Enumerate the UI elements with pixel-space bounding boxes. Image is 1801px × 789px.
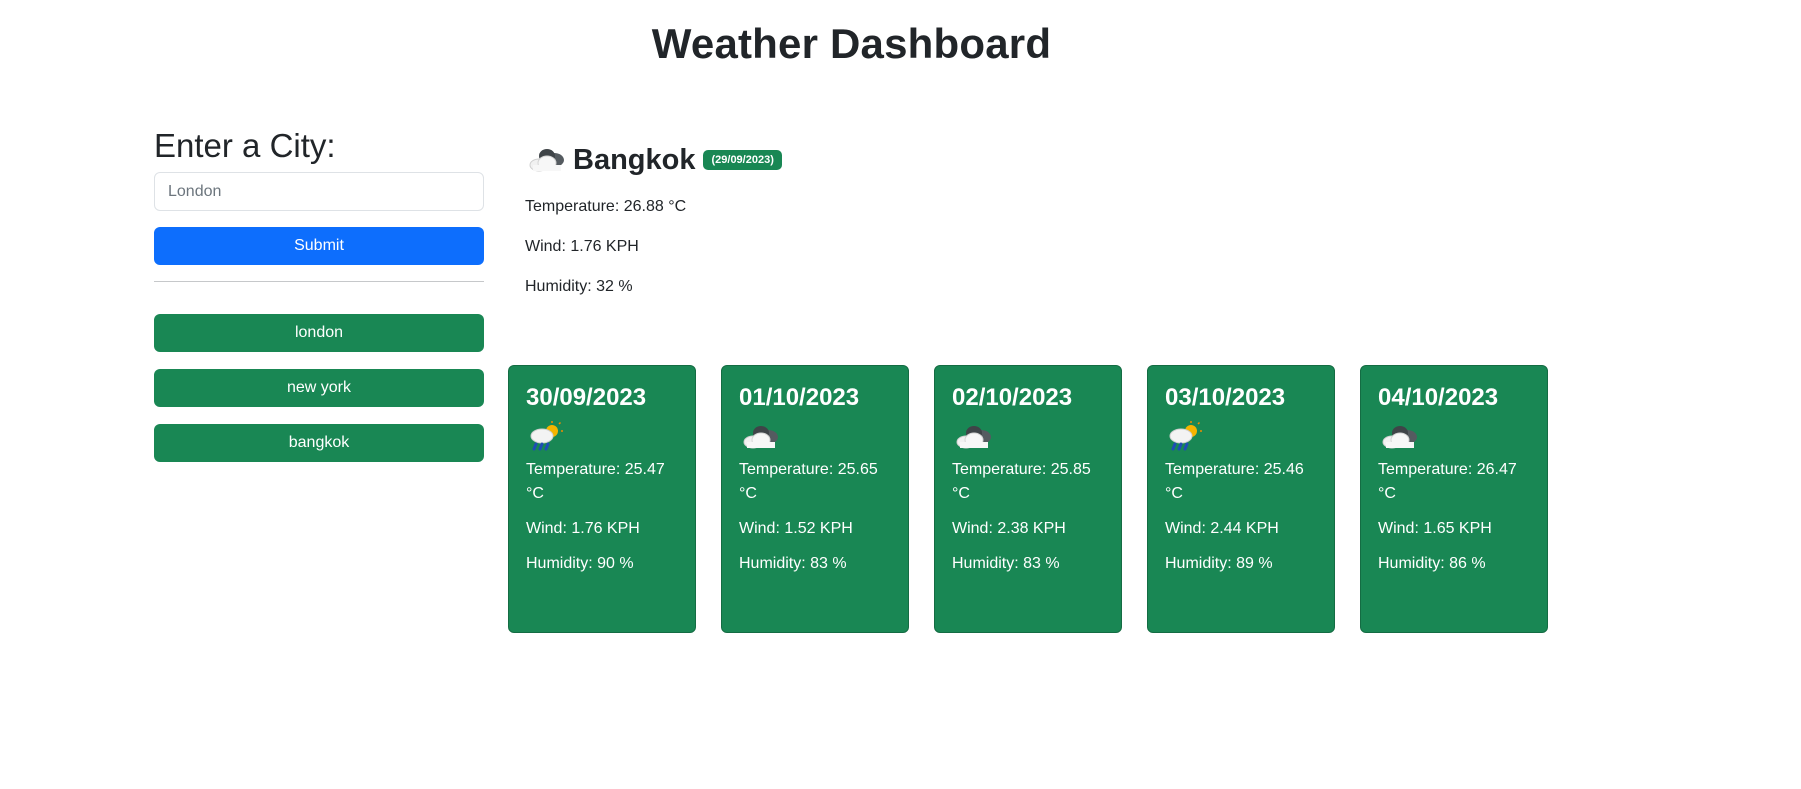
cloudy-icon: [952, 418, 1104, 456]
city-heading: Enter a City:: [154, 127, 336, 164]
forecast-date: 01/10/2023: [739, 384, 860, 411]
current-humidity: Humidity: 32 %: [525, 278, 633, 295]
forecast-temperature: Temperature: 25.85 °C: [952, 461, 1091, 502]
forecast-date: 04/10/2023: [1378, 384, 1499, 411]
forecast-humidity: Humidity: 83 %: [952, 555, 1060, 572]
current-wind: Wind: 1.76 KPH: [525, 238, 639, 255]
forecast-date: 02/10/2023: [952, 384, 1073, 411]
forecast-card: 30/09/2023 Temperature: 25.47 °C Wind: 1…: [508, 365, 696, 633]
forecast-card: 03/10/2023 Temperature: 25.46 °C Wind: 2…: [1147, 365, 1335, 633]
cloudy-icon: [1378, 418, 1530, 456]
cloudy-icon: [525, 145, 569, 175]
city-input[interactable]: [154, 172, 484, 211]
history-button-new-york[interactable]: new york: [154, 369, 484, 407]
search-sidebar: Enter a City: Submit london new york ban…: [154, 126, 484, 479]
forecast-wind: Wind: 2.38 KPH: [952, 520, 1066, 537]
cloudy-icon: [739, 418, 891, 456]
divider: [154, 281, 484, 282]
forecast-cards: 30/09/2023 Temperature: 25.47 °C Wind: 1…: [508, 365, 1548, 633]
forecast-temperature: Temperature: 25.47 °C: [526, 461, 665, 502]
forecast-wind: Wind: 1.76 KPH: [526, 520, 640, 537]
forecast-temperature: Temperature: 26.47 °C: [1378, 461, 1517, 502]
history-button-bangkok[interactable]: bangkok: [154, 424, 484, 462]
rain-sun-icon: [1165, 418, 1317, 456]
submit-button[interactable]: Submit: [154, 227, 484, 265]
forecast-card: 02/10/2023 Temperature: 25.85 °C Wind: 2…: [934, 365, 1122, 633]
page-title: Weather Dashboard: [651, 20, 1052, 67]
rain-sun-icon: [526, 418, 678, 456]
forecast-humidity: Humidity: 90 %: [526, 555, 634, 572]
forecast-card: 04/10/2023 Temperature: 26.47 °C Wind: 1…: [1360, 365, 1548, 633]
forecast-card: 01/10/2023 Temperature: 25.65 °C Wind: 1…: [721, 365, 909, 633]
search-history: london new york bangkok: [154, 314, 484, 462]
forecast-humidity: Humidity: 83 %: [739, 555, 847, 572]
forecast-humidity: Humidity: 89 %: [1165, 555, 1273, 572]
current-city: Bangkok: [573, 143, 696, 176]
forecast-date: 30/09/2023: [526, 384, 647, 411]
forecast-wind: Wind: 1.65 KPH: [1378, 520, 1492, 537]
current-weather: Bangkok (29/09/2023) Temperature: 26.88 …: [525, 140, 782, 298]
forecast-temperature: Temperature: 25.46 °C: [1165, 461, 1304, 502]
history-button-london[interactable]: london: [154, 314, 484, 352]
forecast-date: 03/10/2023: [1165, 384, 1286, 411]
current-date-badge: (29/09/2023): [703, 150, 782, 170]
current-temperature: Temperature: 26.88 °C: [525, 198, 687, 215]
forecast-temperature: Temperature: 25.65 °C: [739, 461, 878, 502]
forecast-humidity: Humidity: 86 %: [1378, 555, 1486, 572]
forecast-wind: Wind: 1.52 KPH: [739, 520, 853, 537]
forecast-wind: Wind: 2.44 KPH: [1165, 520, 1279, 537]
